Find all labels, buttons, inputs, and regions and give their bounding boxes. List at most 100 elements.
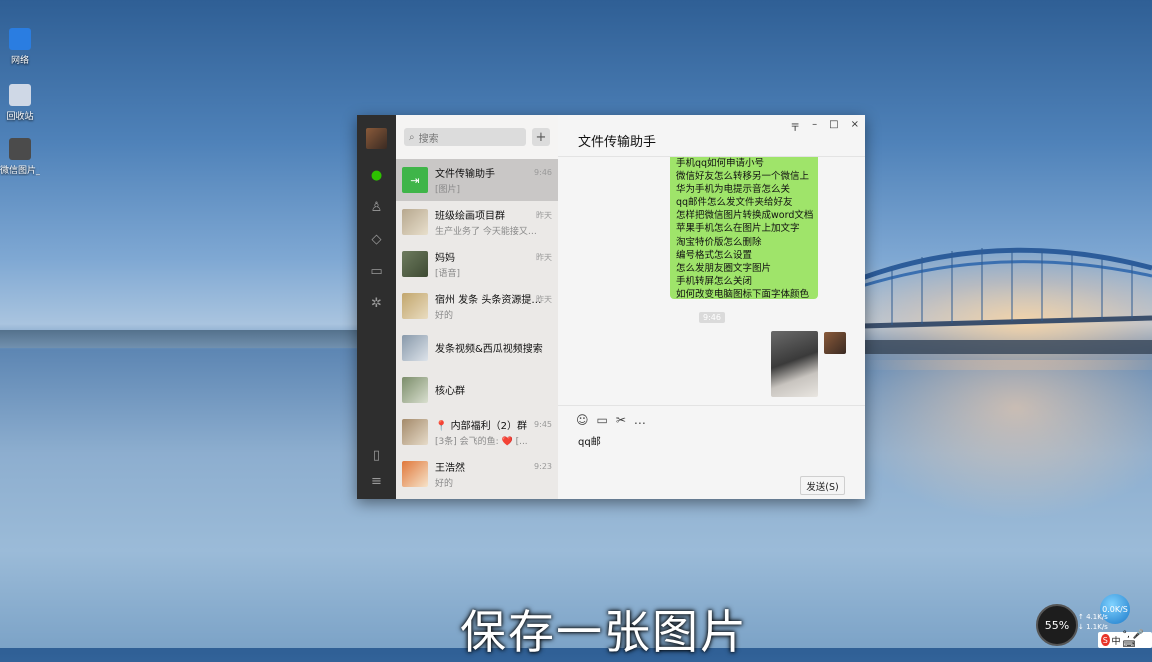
maximize-button[interactable]: □ xyxy=(829,119,838,134)
conversation-preview: [语音] xyxy=(435,269,461,279)
file-transfer-icon: ⇥ xyxy=(402,167,428,193)
network-speed-readout: ↑ 4.1K/s ↓ 1.1K/s xyxy=(1078,612,1108,632)
ime-symbols[interactable]: °, 🎤 ⌨ xyxy=(1123,630,1149,650)
water-reflection xyxy=(840,360,1152,520)
wechat-sidebar-rail: ● ♙ ◇ ▭ ✲ ▯ ≡ xyxy=(357,115,396,499)
upload-speed: ↑ 4.1K/s xyxy=(1078,613,1108,621)
download-speed: ↓ 1.1K/s xyxy=(1078,623,1108,631)
user-avatar[interactable] xyxy=(366,128,387,149)
conversation-preview: [图片] xyxy=(435,185,461,195)
conversation-time: 9:46 xyxy=(534,168,552,177)
image-message[interactable] xyxy=(771,331,818,397)
contact-avatar xyxy=(402,251,428,277)
message-line: qq邮件怎么发文件夹给好友 xyxy=(676,197,793,209)
bridge-illustration xyxy=(862,247,1152,329)
conversation-name: 班级绘画项目群 xyxy=(435,211,505,222)
conversation-time: 昨天 xyxy=(536,295,552,304)
sogou-logo-icon: S xyxy=(1101,634,1110,646)
message-line: 手机转屏怎么关闭 xyxy=(676,275,753,287)
folder-icon[interactable]: ▭ xyxy=(597,413,608,427)
conversation-name: 妈妈 xyxy=(435,253,455,264)
conversation-item[interactable]: 📍 内部福利（2）群 [3条] 会飞的鱼: ❤️ [... 9:45 xyxy=(396,411,558,453)
desktop-icon-label: 回收站 xyxy=(6,112,34,122)
conversation-time: 9:23 xyxy=(534,462,552,471)
system-timestamp: 9:46 xyxy=(699,312,725,323)
conversation-item[interactable]: 妈妈 [语音] 昨天 xyxy=(396,243,558,285)
conversation-time: 昨天 xyxy=(536,211,552,220)
chat-bubble-icon[interactable]: ● xyxy=(368,167,385,184)
left-shoreline xyxy=(0,330,360,348)
conversation-preview: 好的 xyxy=(435,311,454,321)
memory-gauge[interactable]: 55% xyxy=(1036,604,1078,646)
message-line: 如何改变电脑图标下面字体颜色 xyxy=(676,288,810,299)
search-input[interactable]: ⌕ 搜索 xyxy=(404,128,526,146)
wechat-window: ● ♙ ◇ ▭ ✲ ▯ ≡ ⌕ 搜索 + ⇥ 文件传输助手 [图片] 9:46 班… xyxy=(357,115,865,499)
conversation-time: 昨天 xyxy=(536,253,552,262)
input-method-bar[interactable]: S 中 °, 🎤 ⌨ xyxy=(1098,630,1152,650)
conversation-item[interactable]: 发条视频&西瓜视频搜索 xyxy=(396,327,558,369)
menu-icon[interactable]: ≡ xyxy=(368,473,385,490)
desktop-icon-recycle-bin[interactable]: 回收站 xyxy=(0,84,40,122)
message-line: 华为手机为电提示音怎么关 xyxy=(676,184,791,196)
desktop-icon-label: 微信图片_2020042... xyxy=(0,166,40,176)
network-icon xyxy=(9,28,31,50)
conversation-time: 9:45 xyxy=(534,420,552,429)
folder-icon[interactable]: ▭ xyxy=(368,263,385,280)
desktop-icon-network[interactable]: 网络 xyxy=(0,28,40,66)
group-avatar xyxy=(402,335,428,361)
conversation-preview: 生产业务了 今天能接又… xyxy=(435,227,537,237)
chat-title: 文件传输助手 xyxy=(578,135,657,150)
recycle-bin-icon xyxy=(9,84,31,106)
message-line: 手机qq如何申请小号 xyxy=(676,158,765,169)
send-button[interactable]: 发送(S) xyxy=(800,476,845,495)
conversation-name: 核心群 xyxy=(435,385,465,397)
message-line: 微信好友怎么转移另一个微信上 xyxy=(676,171,810,183)
chat-history-icon[interactable]: … xyxy=(634,413,646,427)
scissors-icon[interactable]: ✂ xyxy=(616,413,626,427)
message-line: 编号格式怎么设置 xyxy=(676,249,753,261)
desktop-icon-label: 网络 xyxy=(10,56,29,66)
search-bar: ⌕ 搜索 + xyxy=(396,115,558,159)
conversation-list: ⌕ 搜索 + ⇥ 文件传输助手 [图片] 9:46 班级绘画项目群生产业务了 今天… xyxy=(396,115,558,499)
conversation-item[interactable]: 核心群 xyxy=(396,369,558,411)
message-line: 苹果手机怎么在图片上加文字 xyxy=(676,223,800,235)
conversation-name: 宿州 发条 头条资源提… xyxy=(435,295,542,306)
emoji-icon[interactable]: ☺ xyxy=(576,413,589,427)
message-line: 怎样把微信图片转换成word文档 xyxy=(676,210,814,222)
conversation-preview: [3条] 会飞的鱼: ❤️ [... xyxy=(435,437,528,447)
group-avatar xyxy=(402,419,428,445)
conversation-name: 发条视频&西瓜视频搜索 xyxy=(435,343,543,355)
video-caption: 保存一张图片 xyxy=(460,605,748,659)
input-toolbar: ☺ ▭ ✂ … xyxy=(576,413,646,427)
contact-avatar xyxy=(402,461,428,487)
favorites-cube-icon[interactable]: ◇ xyxy=(368,231,385,248)
window-controls: 〒 – □ × xyxy=(790,119,859,134)
contacts-icon[interactable]: ♙ xyxy=(368,199,385,216)
add-button[interactable]: + xyxy=(532,128,550,146)
message-line: 淘宝特价版怎么删除 xyxy=(676,236,762,248)
input-divider xyxy=(558,405,865,406)
conversation-preview: 好的 xyxy=(435,479,454,489)
message-input[interactable]: qq邮 xyxy=(578,433,601,448)
ime-language[interactable]: 中 xyxy=(1112,634,1121,647)
desktop-icon-image-file[interactable]: 微信图片_2020042... xyxy=(0,138,40,176)
conversation-item[interactable]: 班级绘画项目群生产业务了 今天能接又… 昨天 xyxy=(396,201,558,243)
sender-avatar[interactable] xyxy=(824,332,846,354)
group-avatar xyxy=(402,209,428,235)
minimize-button[interactable]: – xyxy=(812,119,817,134)
message-line: 怎么发朋友圈文字图片 xyxy=(676,262,772,274)
phone-icon[interactable]: ▯ xyxy=(368,447,385,464)
search-icon: ⌕ xyxy=(409,131,415,143)
moments-icon[interactable]: ✲ xyxy=(368,295,385,312)
conversation-item[interactable]: ⇥ 文件传输助手 [图片] 9:46 xyxy=(396,159,558,201)
chat-panel: 文件传输助手 〒 – □ × 手机qq如何申请小号 微信好友怎么转移另一个微信上… xyxy=(558,115,865,499)
pin-icon[interactable]: 〒 xyxy=(790,119,800,134)
search-placeholder: 搜索 xyxy=(418,133,439,145)
conversation-item[interactable]: 宿州 发条 头条资源提… 好的 昨天 xyxy=(396,285,558,327)
group-avatar xyxy=(402,377,428,403)
text-message-bubble[interactable]: 手机qq如何申请小号 微信好友怎么转移另一个微信上 华为手机为电提示音怎么关 q… xyxy=(670,157,818,299)
close-button[interactable]: × xyxy=(851,119,859,134)
conversation-item[interactable]: 王浩然 好的 9:23 xyxy=(396,453,558,495)
group-avatar xyxy=(402,293,428,319)
image-file-icon xyxy=(9,138,31,160)
